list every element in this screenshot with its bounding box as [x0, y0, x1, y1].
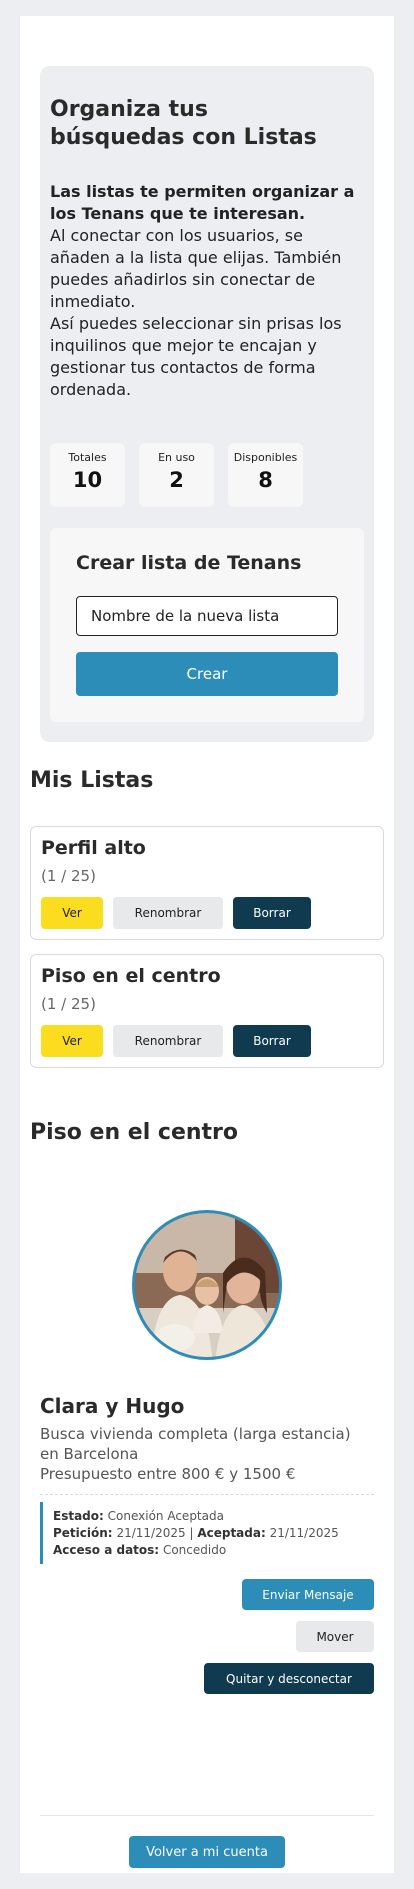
stat-label: Totales: [68, 451, 107, 464]
delete-list-button[interactable]: Borrar: [233, 1025, 311, 1057]
stat-value: 10: [72, 468, 103, 492]
status-value: Conexión Aceptada: [107, 1509, 224, 1523]
list-name: Piso en el centro: [41, 965, 221, 987]
intro-paragraph-2: Así puedes seleccionar sin prisas los in…: [50, 314, 342, 399]
footer-divider: [40, 1815, 374, 1816]
create-list-form: Crear lista de Tenans Crear: [50, 528, 364, 722]
send-message-button[interactable]: Enviar Mensaje: [242, 1579, 374, 1610]
tenant-avatar: [132, 1210, 282, 1360]
view-list-button[interactable]: Ver: [41, 1025, 103, 1057]
rename-list-button[interactable]: Renombrar: [113, 1025, 223, 1057]
intro-text: Las listas te permiten organizar a los T…: [50, 181, 360, 401]
intro-title: Organiza tus búsquedas con Listas: [50, 97, 317, 150]
tenant-search: Busca vivienda completa (larga estancia)…: [40, 1425, 351, 1463]
tenant-name: Clara y Hugo: [40, 1394, 185, 1418]
back-to-account-button[interactable]: Volver a mi cuenta: [129, 1836, 285, 1868]
request-date: 21/11/2025: [116, 1526, 186, 1540]
selected-list-title: Piso en el centro: [30, 1120, 239, 1145]
tenant-photo: [135, 1213, 279, 1357]
connection-status: Estado: Conexión Aceptada Petición: 21/1…: [40, 1502, 374, 1564]
accepted-label: Aceptada:: [197, 1526, 266, 1540]
tenant-description: Busca vivienda completa (larga estancia)…: [40, 1424, 370, 1484]
intro-paragraph-1: Al conectar con los usuarios, se añaden …: [50, 226, 342, 311]
move-button[interactable]: Mover: [296, 1621, 374, 1652]
list-name: Perfil alto: [41, 837, 146, 859]
stat-value: 8: [258, 468, 273, 492]
list-card: Perfil alto (1 / 25) Ver Renombrar Borra…: [30, 826, 384, 940]
stat-label: En uso: [158, 451, 195, 464]
stat-value: 2: [169, 468, 184, 492]
intro-bold-text: Las listas te permiten organizar a los T…: [50, 182, 355, 223]
rename-list-button[interactable]: Renombrar: [113, 897, 223, 929]
status-line: Estado: Conexión Aceptada: [53, 1508, 374, 1525]
stat-en-uso: En uso 2: [139, 443, 214, 507]
status-label: Estado:: [53, 1509, 104, 1523]
stats-row: Totales 10 En uso 2 Disponibles 8: [50, 443, 320, 507]
access-line: Acceso a datos: Concedido: [53, 1542, 374, 1559]
create-list-button[interactable]: Crear: [76, 652, 338, 696]
list-card: Piso en el centro (1 / 25) Ver Renombrar…: [30, 954, 384, 1068]
stat-disponibles: Disponibles 8: [228, 443, 303, 507]
dates-line: Petición: 21/11/2025 | Aceptada: 21/11/2…: [53, 1525, 374, 1542]
create-list-title: Crear lista de Tenans: [76, 552, 302, 574]
list-count: (1 / 25): [41, 995, 96, 1013]
main-panel: Organiza tus búsquedas con Listas Las li…: [20, 16, 394, 1873]
access-value: Concedido: [162, 1543, 227, 1557]
new-list-name-input[interactable]: [76, 596, 338, 636]
view-list-button[interactable]: Ver: [41, 897, 103, 929]
my-lists-title: Mis Listas: [30, 768, 154, 793]
access-label: Acceso a datos:: [53, 1543, 160, 1557]
tenant-budget: Presupuesto entre 800 € y 1500 €: [40, 1465, 296, 1483]
stat-totales: Totales 10: [50, 443, 125, 507]
stat-label: Disponibles: [233, 451, 298, 464]
accepted-date: 21/11/2025: [269, 1526, 339, 1540]
delete-list-button[interactable]: Borrar: [233, 897, 311, 929]
intro-panel: Organiza tus búsquedas con Listas Las li…: [40, 66, 374, 742]
divider: [40, 1494, 374, 1495]
list-count: (1 / 25): [41, 867, 96, 885]
remove-disconnect-button[interactable]: Quitar y desconectar: [204, 1663, 374, 1694]
request-label: Petición:: [53, 1526, 113, 1540]
separator: |: [189, 1526, 194, 1540]
